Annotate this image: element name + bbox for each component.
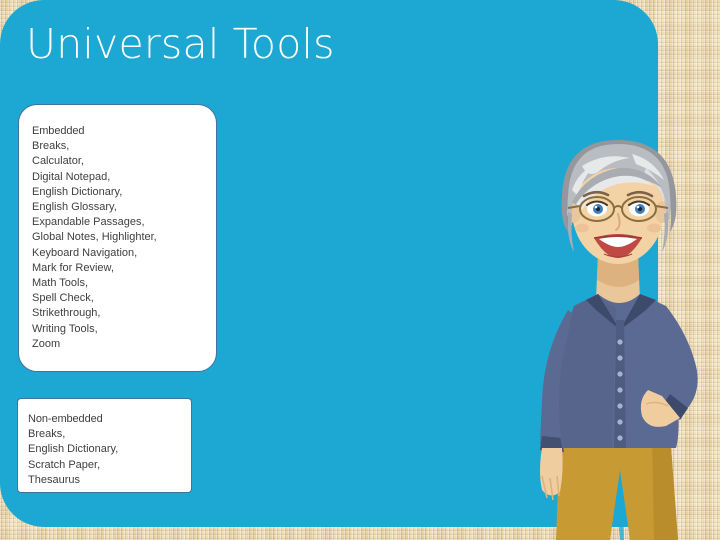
list-item: Breaks, [28,428,66,441]
woman-with-glasses-illustration [520,104,720,540]
list-item: Spell Check, [32,292,94,305]
list-item: Calculator, [32,155,84,168]
list-item: Zoom [32,337,61,350]
list-item: Strikethrough, [32,307,101,320]
list-item: Mark for Review, [32,261,114,274]
list-item: English Dictionary, [28,443,119,456]
list-item: Keyboard Navigation, [32,246,138,259]
list-item: Thesaurus [28,473,80,486]
list-item: Math Tools, [32,277,89,290]
slide-canvas: Universal Tools Embedded Breaks, Calcula… [0,0,720,540]
page-title: Universal Tools [26,20,335,68]
list-item: Expandable Passages, [32,216,145,229]
list-item: English Glossary, [32,201,117,214]
list-item: Scratch Paper, [28,458,101,471]
list-item: Global Notes, Highlighter, [32,231,157,244]
list-item: Writing Tools, [32,322,98,335]
nonembedded-heading: Non-embedded [28,413,103,425]
list-item: Digital Notepad, [32,170,111,183]
embedded-heading: Embedded [32,125,85,137]
list-item: English Dictionary, [32,185,123,198]
list-item: Breaks, [32,140,70,153]
embedded-tools-box: Embedded Breaks, Calculator, Digital Not… [18,104,217,372]
nonembedded-tools-box: Non-embedded Breaks, English Dictionary,… [17,398,192,493]
